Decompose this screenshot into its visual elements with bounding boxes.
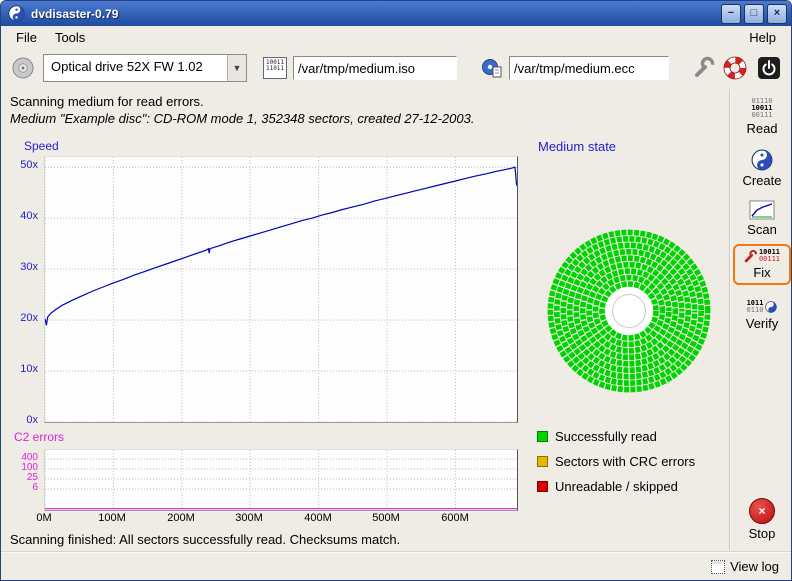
fix-button[interactable]: 10011 00111 Fix <box>733 244 791 285</box>
optical-disc-icon <box>11 56 35 80</box>
app-window: dvdisaster-0.79 − □ × File Tools Help Op… <box>0 0 792 581</box>
x-tick: 600M <box>435 512 475 524</box>
scan-button[interactable]: Scan <box>733 195 791 242</box>
medium-info: Medium "Example disc": CD-ROM mode 1, 35… <box>10 111 474 126</box>
verify-icon: 1011 0110 <box>747 300 778 314</box>
stop-icon: × <box>749 498 775 524</box>
stop-button[interactable]: × Stop <box>733 493 791 546</box>
x-tick: 400M <box>298 512 338 524</box>
legend-swatch <box>537 481 548 492</box>
menu-file[interactable]: File <box>7 28 46 47</box>
fix-icon-row: 00111 <box>759 256 780 263</box>
log-icon <box>711 560 725 574</box>
fix-button-label: Fix <box>753 265 770 280</box>
c2-ytick: 6 <box>7 482 38 493</box>
legend-item-unreadable: Unreadable / skipped <box>537 478 678 494</box>
quit-button[interactable] <box>755 54 783 82</box>
verify-button-label: Verify <box>746 316 779 331</box>
verify-button[interactable]: 1011 0110 Verify <box>733 295 791 336</box>
legend-swatch <box>537 456 548 467</box>
speed-ytick: 50x <box>7 159 38 171</box>
legend-swatch <box>537 431 548 442</box>
legend-item-success: Successfully read <box>537 428 657 444</box>
read-button[interactable]: 01110 10011 00111 Read <box>733 93 791 141</box>
scan-chart-icon <box>749 200 775 220</box>
scan-result-message: Scanning finished: All sectors successfu… <box>10 532 400 547</box>
lifebuoy-icon <box>723 56 747 80</box>
read-button-label: Read <box>746 121 777 136</box>
legend-label: Sectors with CRC errors <box>555 454 695 469</box>
red-wrench-icon <box>744 250 757 263</box>
speed-ytick: 30x <box>7 261 38 273</box>
about-button[interactable] <box>721 54 749 82</box>
x-tick: 300M <box>229 512 269 524</box>
speed-ytick: 20x <box>7 312 38 324</box>
window-title: dvdisaster-0.79 <box>31 7 718 21</box>
create-button[interactable]: Create <box>733 144 791 193</box>
small-yinyang-icon <box>765 301 777 313</box>
legend-label: Successfully read <box>555 429 657 444</box>
speed-chart-title: Speed <box>24 139 59 153</box>
drive-refresh-button[interactable] <box>9 54 37 82</box>
view-log-button[interactable]: View log <box>711 559 779 574</box>
drive-selector-value: Optical drive 52X FW 1.02 <box>44 55 227 81</box>
speed-chart <box>44 156 518 423</box>
yinyang-icon <box>751 149 773 171</box>
x-tick: 100M <box>92 512 132 524</box>
yinyang-app-icon <box>8 5 25 22</box>
drive-selector[interactable]: Optical drive 52X FW 1.02 ▼ <box>43 54 247 82</box>
image-file-icon-row: 11011 <box>264 66 286 72</box>
ecc-file-icon <box>481 58 503 78</box>
preferences-button[interactable] <box>689 54 717 82</box>
power-icon <box>757 56 781 80</box>
chevron-down-icon: ▼ <box>227 55 246 81</box>
c2-errors-chart <box>44 449 518 511</box>
fix-icon-bits: 10011 00111 <box>759 249 780 263</box>
maximize-button[interactable]: □ <box>744 4 764 24</box>
menubar: File Tools Help <box>1 27 791 48</box>
ecc-path-input[interactable] <box>509 56 669 80</box>
scan-button-label: Scan <box>747 222 777 237</box>
speed-ytick: 10x <box>7 363 38 375</box>
verify-icon-bits: 1011 0110 <box>747 300 764 314</box>
image-file-icon: 10011 11011 <box>263 57 287 79</box>
speed-ytick: 40x <box>7 210 38 222</box>
minimize-button[interactable]: − <box>721 4 741 24</box>
legend-label: Unreadable / skipped <box>555 479 678 494</box>
view-log-label: View log <box>730 559 779 574</box>
menu-tools[interactable]: Tools <box>46 28 94 47</box>
close-button[interactable]: × <box>767 4 787 24</box>
read-icon: 01110 10011 00111 <box>751 98 772 119</box>
status-bar <box>1 551 791 580</box>
medium-state-disc <box>541 223 717 399</box>
c2-errors-title: C2 errors <box>14 430 64 444</box>
speed-ytick: 0x <box>7 414 38 426</box>
legend-item-crc: Sectors with CRC errors <box>537 453 695 469</box>
x-tick: 500M <box>366 512 406 524</box>
create-button-label: Create <box>742 173 781 188</box>
menu-help[interactable]: Help <box>740 28 785 47</box>
verify-icon-row: 0110 <box>747 307 764 314</box>
toolbar: Optical drive 52X FW 1.02 ▼ 10011 11011 <box>1 48 791 88</box>
stop-button-label: Stop <box>749 526 776 541</box>
wrench-icon <box>691 56 715 80</box>
iso-path-input[interactable] <box>293 56 457 80</box>
x-tick: 200M <box>161 512 201 524</box>
x-tick: 0M <box>24 512 64 524</box>
medium-state-title: Medium state <box>538 139 616 154</box>
titlebar[interactable]: dvdisaster-0.79 − □ × <box>1 1 791 26</box>
fix-icon: 10011 00111 <box>744 249 780 263</box>
status-heading: Scanning medium for read errors. <box>10 94 204 109</box>
read-icon-row: 00111 <box>751 112 772 119</box>
